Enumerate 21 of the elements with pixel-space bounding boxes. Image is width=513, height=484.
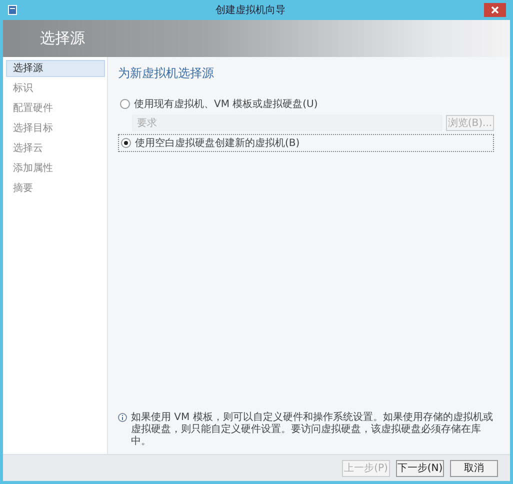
window-title: 创建虚拟机向导 (214, 4, 286, 17)
radio-button[interactable] (120, 99, 130, 109)
close-button[interactable] (484, 3, 506, 17)
step-item[interactable]: 摘要 (6, 180, 105, 197)
step-item[interactable]: 选择云 (6, 140, 105, 157)
wizard-button[interactable]: 取消 (450, 460, 498, 476)
page-heading: 选择源 (40, 29, 85, 48)
section-heading: 为新虚拟机选择源 (118, 65, 215, 82)
radio-option[interactable]: 使用现有虚拟机、VM 模板或虚拟硬盘(U) (118, 96, 494, 112)
step-item[interactable]: 添加属性 (6, 160, 105, 177)
info-icon (118, 413, 127, 422)
step-item[interactable]: 选择源 (6, 60, 105, 77)
step-item[interactable]: 选择目标 (6, 120, 105, 137)
step-item[interactable]: 标识 (6, 80, 105, 97)
step-item[interactable]: 配置硬件 (6, 100, 105, 117)
info-text: 如果使用 VM 模板，则可以自定义硬件和操作系统设置。如果使用存储的虚拟机或虚拟硬盘，则只能自定义硬件设置。要访问虚拟硬盘，该虚拟硬盘必须存储在库中。 (131, 412, 494, 448)
radio-button[interactable] (121, 138, 131, 148)
wizard-button[interactable]: 下一步(N) (396, 460, 444, 476)
app-icon (8, 5, 17, 15)
radio-option[interactable]: 使用空白虚拟硬盘创建新的虚拟机(B) (118, 134, 494, 152)
close-icon (491, 6, 499, 14)
